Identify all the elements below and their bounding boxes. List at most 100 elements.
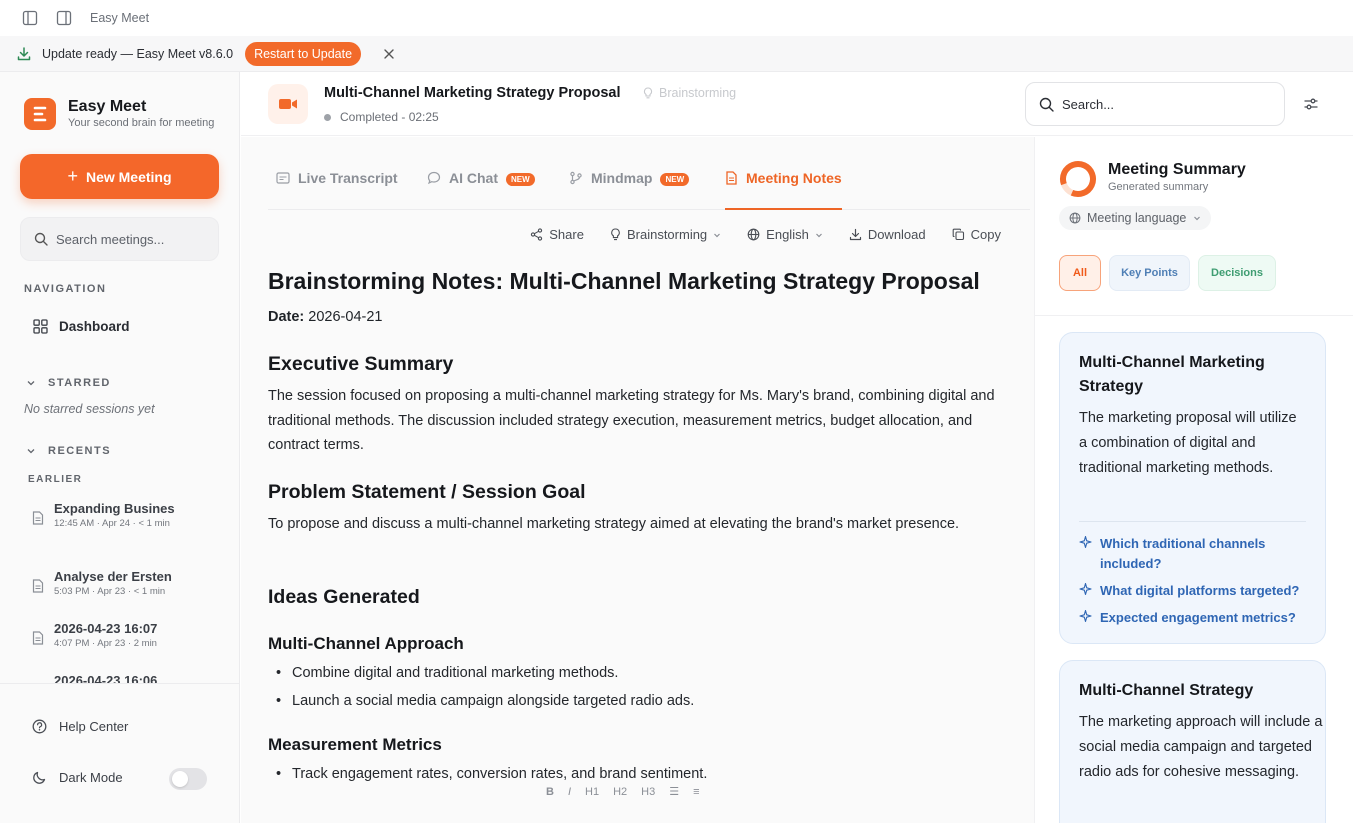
meeting-status: Completed - 02:25 bbox=[324, 110, 439, 124]
recent-session-title: Analyse der Ersten bbox=[54, 569, 172, 584]
download-button[interactable]: Download bbox=[849, 227, 926, 242]
date-label: Date: bbox=[268, 309, 305, 325]
copy-button[interactable]: Copy bbox=[952, 227, 1001, 242]
sparkle-icon bbox=[1079, 610, 1092, 623]
tab-label: AI Chat bbox=[449, 170, 498, 186]
paragraph-line: contract terms. bbox=[268, 437, 364, 453]
dark-mode-row: Dark Mode bbox=[32, 770, 123, 785]
sidebar-footer: Help Center Dark Mode bbox=[0, 683, 239, 823]
tab-ai-chat[interactable]: AI Chat NEW bbox=[427, 170, 535, 210]
global-search-input[interactable] bbox=[1062, 96, 1262, 112]
h2-button[interactable]: H2 bbox=[613, 786, 627, 798]
bullet-list-icon[interactable]: ☰ bbox=[669, 785, 679, 798]
copy-icon bbox=[952, 228, 964, 241]
new-badge: NEW bbox=[660, 173, 690, 186]
chevron-down-icon bbox=[714, 233, 721, 237]
h3-button[interactable]: H3 bbox=[641, 786, 655, 798]
starred-section-toggle[interactable]: STARRED bbox=[26, 377, 111, 389]
panel-toggle-icon[interactable] bbox=[56, 10, 72, 26]
sidebar-item-dashboard[interactable]: Dashboard bbox=[33, 319, 130, 334]
ideas-generated-heading: Ideas Generated bbox=[268, 586, 420, 608]
tab-meeting-notes[interactable]: Meeting Notes bbox=[725, 170, 842, 210]
download-label: Download bbox=[867, 227, 926, 242]
summary-subtitle: Generated summary bbox=[1108, 181, 1209, 193]
sidebar-toggle-icon[interactable] bbox=[22, 10, 38, 26]
card-body: The marketing approach will include a so… bbox=[1079, 714, 1323, 780]
executive-summary-heading: Executive Summary bbox=[268, 353, 454, 375]
share-button[interactable]: Share bbox=[530, 227, 584, 242]
paragraph-line: traditional methods. The discussion incl… bbox=[268, 412, 973, 429]
list-item: Track engagement rates, conversion rates… bbox=[268, 760, 1034, 788]
suggested-question-link[interactable]: What digital platforms targeted? bbox=[1079, 581, 1306, 601]
problem-statement-heading: Problem Statement / Session Goal bbox=[268, 480, 586, 503]
dark-mode-toggle[interactable] bbox=[169, 768, 207, 790]
recent-session-meta: 4:07 PM · Apr 23 · 2 min bbox=[54, 638, 157, 649]
notes-document[interactable]: Brainstorming Notes: Multi-Channel Marke… bbox=[268, 268, 1034, 788]
template-dropdown[interactable]: Brainstorming bbox=[610, 227, 721, 242]
chat-bubble-icon bbox=[427, 171, 441, 185]
branch-icon bbox=[570, 171, 582, 185]
search-icon bbox=[1039, 97, 1054, 112]
help-center-link[interactable]: Help Center bbox=[32, 719, 128, 734]
dashboard-label: Dashboard bbox=[59, 319, 130, 334]
filter-settings-icon[interactable] bbox=[1303, 96, 1319, 112]
new-badge: NEW bbox=[506, 173, 535, 186]
language-dropdown[interactable]: English bbox=[747, 227, 823, 242]
status-dot bbox=[324, 113, 331, 121]
tab-live-transcript[interactable]: Live Transcript bbox=[276, 170, 398, 210]
globe-icon bbox=[1069, 212, 1081, 224]
close-icon[interactable] bbox=[383, 48, 395, 60]
grid-icon bbox=[33, 319, 48, 334]
moon-icon bbox=[33, 771, 46, 784]
question-text: What digital platforms targeted? bbox=[1100, 583, 1300, 598]
sidebar-search bbox=[20, 217, 219, 261]
recent-session-title: Expanding Busines bbox=[54, 501, 175, 516]
update-banner: Update ready — Easy Meet v8.6.0 Restart … bbox=[0, 36, 1353, 72]
h1-button[interactable]: H1 bbox=[585, 786, 599, 798]
toggle-knob bbox=[172, 771, 188, 787]
meeting-language-dropdown[interactable]: Meeting language bbox=[1059, 206, 1212, 230]
recent-session-meta: 12:45 AM · Apr 24 · < 1 min bbox=[54, 518, 170, 529]
measurement-metrics-heading: Measurement Metrics bbox=[268, 735, 442, 754]
recent-session-item[interactable]: 2026-04-23 16:07 4:07 PM · Apr 23 · 2 mi… bbox=[32, 620, 157, 650]
divider bbox=[1079, 521, 1306, 522]
starred-label: STARRED bbox=[48, 377, 111, 389]
document-icon bbox=[32, 511, 44, 525]
update-text: Update ready — Easy Meet v8.6.0 bbox=[42, 46, 234, 61]
problem-statement-text: To propose and discuss a multi-channel m… bbox=[268, 515, 960, 532]
dark-mode-label: Dark Mode bbox=[59, 770, 123, 785]
tab-mindmap[interactable]: Mindmap NEW bbox=[569, 170, 690, 210]
meeting-status-text: Completed - 02:25 bbox=[340, 110, 439, 124]
download-icon bbox=[849, 228, 861, 241]
meeting-header: Multi-Channel Marketing Strategy Proposa… bbox=[241, 72, 1353, 136]
filter-all-button[interactable]: All bbox=[1059, 255, 1101, 291]
card-body: The marketing proposal will utilize a co… bbox=[1079, 410, 1297, 476]
tab-bar: Live Transcript AI Chat NEW Mindmap NEW … bbox=[268, 137, 1030, 210]
starred-empty-note: No starred sessions yet bbox=[24, 402, 155, 416]
formatting-toolbar: B I H1 H2 H3 ☰ ≡ bbox=[546, 785, 714, 799]
numbered-list-icon[interactable]: ≡ bbox=[693, 786, 699, 798]
multi-channel-approach-heading: Multi-Channel Approach bbox=[268, 634, 464, 653]
filter-decisions-button[interactable]: Decisions bbox=[1198, 255, 1276, 291]
suggested-question-link[interactable]: Expected engagement metrics? bbox=[1079, 608, 1306, 628]
recent-session-item[interactable]: Analyse der Ersten 5:03 PM · Apr 23 · < … bbox=[32, 568, 172, 598]
meeting-tag-label: Brainstorming bbox=[659, 86, 737, 100]
recent-session-item[interactable]: Expanding Busines 12:45 AM · Apr 24 · < … bbox=[32, 500, 175, 530]
italic-button[interactable]: I bbox=[568, 786, 571, 798]
meeting-language-label: Meeting language bbox=[1087, 211, 1187, 225]
bold-button[interactable]: B bbox=[546, 786, 554, 798]
suggested-question-link[interactable]: Which traditional channels included? bbox=[1079, 534, 1306, 574]
document-date: Date: 2026-04-21 bbox=[268, 309, 1034, 325]
search-meetings-input[interactable] bbox=[56, 231, 206, 247]
filter-key-points-button[interactable]: Key Points bbox=[1109, 255, 1190, 291]
document-icon bbox=[32, 631, 44, 645]
meeting-tag: Brainstorming bbox=[643, 86, 736, 100]
summary-ring-icon bbox=[1060, 161, 1096, 197]
question-text: Expected engagement metrics? bbox=[1100, 610, 1296, 625]
card-title: Multi-Channel Strategy bbox=[1079, 682, 1254, 699]
restart-to-update-button[interactable]: Restart to Update bbox=[245, 41, 362, 66]
list-item: Combine digital and traditional marketin… bbox=[268, 659, 1034, 687]
recents-section-toggle[interactable]: RECENTS bbox=[26, 445, 111, 457]
new-meeting-button[interactable]: + New Meeting bbox=[20, 154, 219, 199]
easy-meet-logo-icon bbox=[24, 98, 56, 130]
